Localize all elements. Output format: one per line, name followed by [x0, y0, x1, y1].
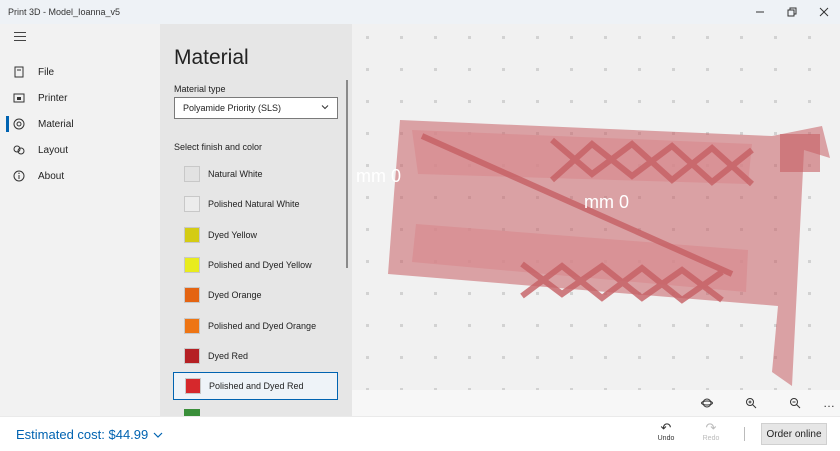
- color-option-label: Polished and Dyed Yellow: [208, 259, 312, 270]
- nav-item-about[interactable]: About: [0, 164, 160, 188]
- color-swatch: [184, 287, 200, 304]
- color-option[interactable]: Dyed Red: [173, 342, 338, 370]
- panel-scrollbar[interactable]: [346, 80, 348, 268]
- nav-item-label: File: [38, 66, 55, 78]
- zoom-out-button[interactable]: [786, 394, 804, 412]
- color-swatch: [185, 378, 201, 395]
- color-option[interactable]: Dyed Orange: [173, 281, 338, 309]
- bottom-bar: Estimated cost: $44.99 ↶ Undo ↷ Redo Ord…: [0, 416, 840, 451]
- title-bar: Print 3D - Model_Ioanna_v5: [0, 0, 840, 24]
- model-tab: [780, 134, 820, 172]
- nav-item-label: Material: [38, 118, 74, 130]
- estimated-cost-text: Estimated cost: $44.99: [16, 427, 149, 442]
- color-option-label: Polished and Dyed Red: [209, 381, 304, 392]
- partial-color-swatch: [184, 409, 200, 416]
- minimize-icon: [756, 11, 764, 13]
- undo-button[interactable]: ↶ Undo: [652, 421, 680, 449]
- redo-button[interactable]: ↷ Redo: [697, 421, 725, 449]
- toolbar-divider: [744, 427, 745, 441]
- more-options-button[interactable]: …: [820, 394, 838, 412]
- restore-button[interactable]: [776, 0, 808, 24]
- chevron-down-icon: [153, 432, 163, 438]
- color-option[interactable]: Polished and Dyed Red: [173, 372, 338, 401]
- material-icon: [12, 117, 26, 131]
- ellipsis-icon: …: [823, 396, 835, 410]
- measure-label: mm 0: [356, 166, 401, 186]
- close-icon: [819, 7, 829, 17]
- color-option[interactable]: Polished and Dyed Orange: [173, 312, 338, 340]
- undo-icon: ↶: [660, 420, 672, 435]
- color-option-label: Polished Natural White: [208, 199, 300, 210]
- color-option-label: Dyed Orange: [208, 290, 262, 301]
- color-option[interactable]: Natural White: [173, 160, 338, 188]
- estimated-cost-toggle[interactable]: Estimated cost: $44.99: [16, 427, 163, 442]
- orbit-icon: [701, 398, 713, 408]
- minimize-button[interactable]: [744, 0, 776, 24]
- nav-item-label: About: [38, 170, 65, 182]
- info-icon: [12, 169, 26, 183]
- color-option-label: Dyed Yellow: [208, 229, 258, 240]
- viewport-toolbar: …: [352, 390, 840, 416]
- undo-label: Undo: [657, 435, 675, 442]
- layout-icon: [12, 143, 26, 157]
- material-type-dropdown[interactable]: Polyamide Priority (SLS): [174, 97, 338, 119]
- zoom-in-button[interactable]: [742, 394, 760, 412]
- material-panel: Material Material type Polyamide Priorit…: [160, 24, 352, 416]
- redo-label: Redo: [702, 435, 720, 442]
- color-swatch: [184, 166, 200, 182]
- material-type-label: Material type: [174, 84, 226, 94]
- measure-label: mm 0: [584, 192, 629, 212]
- file-icon: [12, 65, 26, 79]
- close-button[interactable]: [808, 0, 840, 24]
- color-swatch: [184, 256, 200, 273]
- finish-color-label: Select finish and color: [174, 142, 263, 152]
- color-option-label: Polished and Dyed Orange: [208, 320, 317, 331]
- printer-icon: [12, 91, 26, 105]
- nav-item-material[interactable]: Material: [0, 112, 160, 136]
- material-type-value: Polyamide Priority (SLS): [183, 103, 282, 113]
- color-option-label: Dyed Red: [208, 350, 249, 361]
- nav-item-label: Layout: [38, 144, 69, 156]
- color-swatch: [184, 226, 200, 243]
- nav-item-layout[interactable]: Layout: [0, 138, 160, 162]
- zoom-in-icon: [746, 398, 757, 409]
- nav-item-label: Printer: [38, 92, 68, 104]
- orbit-tool-button[interactable]: [698, 394, 716, 412]
- nav-item-printer[interactable]: Printer: [0, 86, 160, 110]
- color-option[interactable]: Dyed Yellow: [173, 221, 338, 249]
- 3d-viewport[interactable]: mm 0 mm 0 …: [352, 24, 840, 416]
- color-swatch: [184, 196, 200, 213]
- window-title: Print 3D - Model_Ioanna_v5: [8, 7, 121, 17]
- color-swatch: [184, 317, 200, 334]
- chevron-down-icon: [321, 105, 329, 110]
- order-online-button[interactable]: Order online: [761, 423, 827, 445]
- nav-item-file[interactable]: File: [0, 60, 160, 84]
- panel-title: Material: [174, 46, 249, 69]
- zoom-out-icon: [790, 398, 801, 409]
- hamburger-menu-icon[interactable]: [14, 32, 26, 41]
- left-nav: File Printer Material Layout About: [0, 24, 160, 416]
- color-option[interactable]: Polished Natural White: [173, 190, 338, 218]
- redo-icon: ↷: [705, 420, 717, 435]
- color-option-label: Natural White: [208, 169, 263, 179]
- restore-icon: [787, 7, 797, 17]
- color-option[interactable]: Polished and Dyed Yellow: [173, 251, 338, 279]
- color-swatch: [184, 347, 200, 364]
